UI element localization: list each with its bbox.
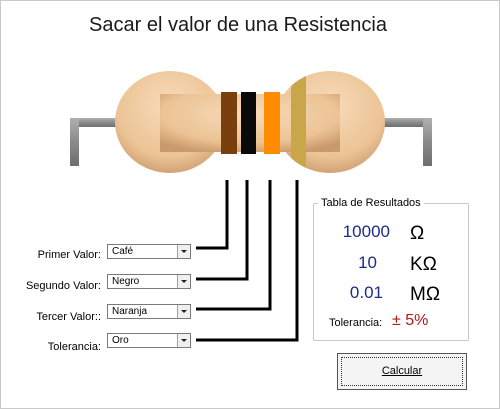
chevron-down-icon[interactable] bbox=[177, 245, 190, 258]
chevron-down-icon[interactable] bbox=[177, 275, 190, 288]
result-mohm-value: 0.01 bbox=[349, 283, 383, 302]
color-band-2 bbox=[241, 75, 256, 173]
connector-line-1 bbox=[196, 180, 229, 250]
segundo-valor-label: Segundo Valor: bbox=[25, 280, 101, 292]
result-kohm-value: 10 bbox=[358, 253, 377, 272]
tolerance-result-label: Tolerancia: bbox=[329, 317, 383, 329]
result-ohm-value: 10000 bbox=[342, 222, 390, 241]
segundo-valor-select[interactable]: Negro bbox=[107, 274, 191, 289]
tolerance-result-value: ± 5% bbox=[392, 312, 429, 329]
connector-lines bbox=[196, 180, 299, 342]
calcular-button[interactable]: Calcular bbox=[337, 353, 467, 390]
chevron-down-icon[interactable] bbox=[177, 305, 190, 318]
tolerancia-select[interactable]: Oro bbox=[107, 333, 191, 348]
chevron-down-icon[interactable] bbox=[177, 334, 190, 347]
tolerancia-value: Oro bbox=[112, 335, 129, 346]
tolerancia-label: Tolerancia: bbox=[47, 341, 101, 353]
color-band-4 bbox=[291, 75, 306, 173]
tercer-valor-label: Tercer Valor:: bbox=[36, 311, 101, 323]
connector-line-2 bbox=[196, 180, 249, 281]
calcular-button-label: Calcular bbox=[381, 365, 423, 377]
color-band-3 bbox=[264, 75, 280, 173]
mohm-unit: MΩ bbox=[410, 284, 441, 305]
connector-line-3 bbox=[196, 180, 272, 311]
color-band-1 bbox=[221, 75, 237, 173]
segundo-valor-value: Negro bbox=[112, 276, 140, 287]
primer-valor-select[interactable]: Café bbox=[107, 244, 191, 259]
tercer-valor-select[interactable]: Naranja bbox=[107, 304, 191, 319]
tercer-valor-value: Naranja bbox=[112, 306, 148, 317]
kohm-unit: KΩ bbox=[410, 254, 437, 275]
ohm-unit: Ω bbox=[410, 223, 425, 244]
primer-valor-label: Primer Valor: bbox=[37, 249, 101, 261]
results-title: Tabla de Resultados bbox=[318, 197, 424, 209]
primer-valor-value: Café bbox=[112, 246, 134, 257]
